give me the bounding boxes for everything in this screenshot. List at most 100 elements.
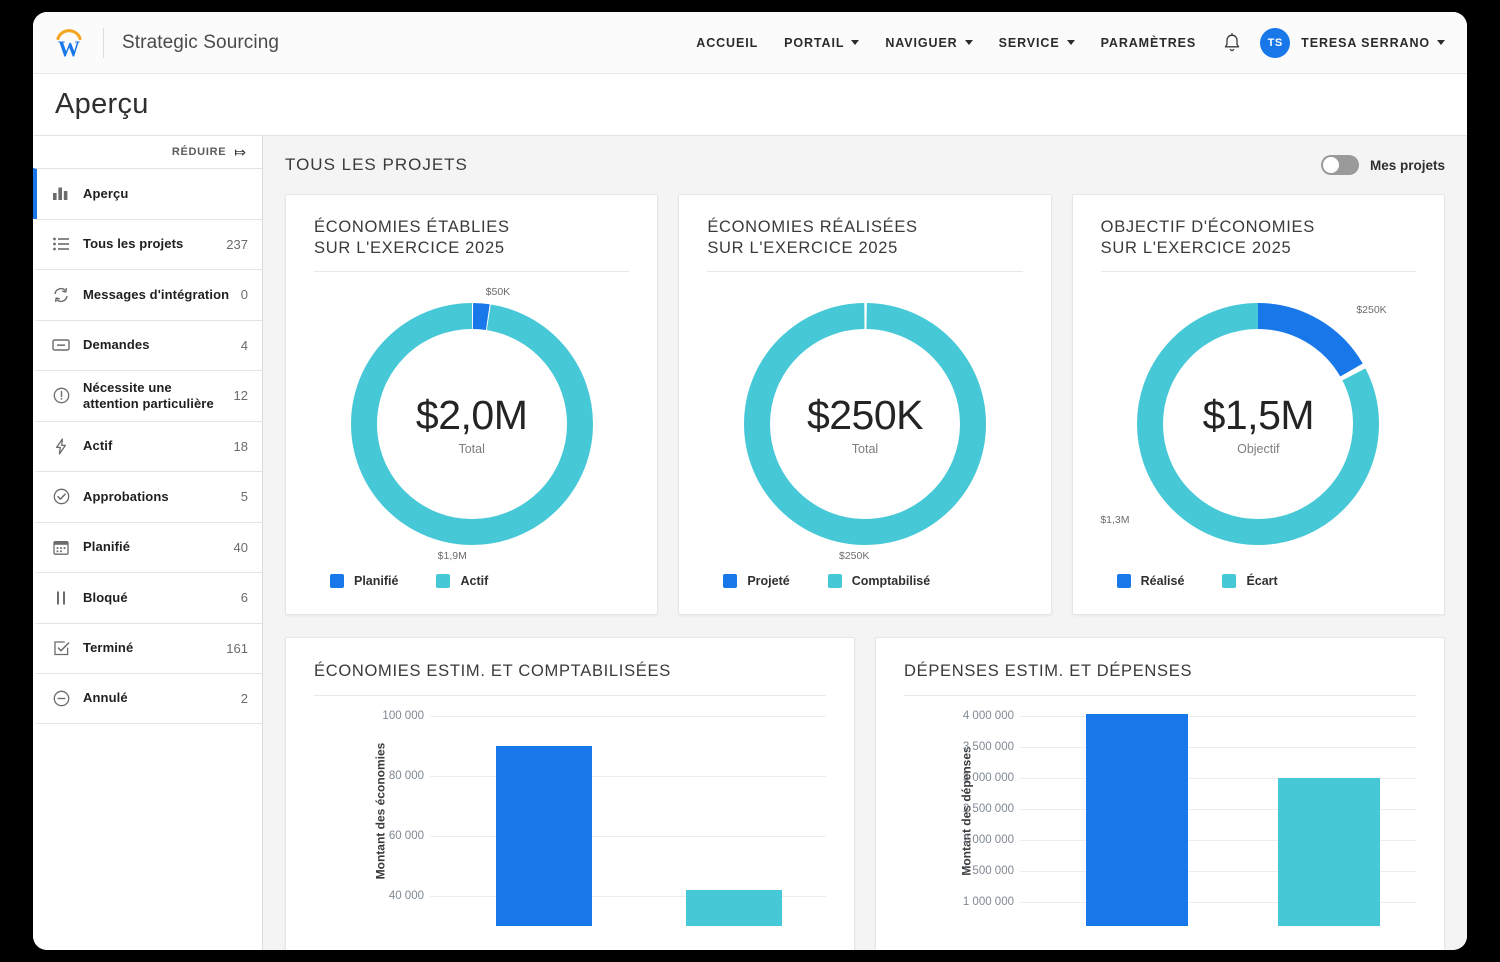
y-tick-label: 100 000	[344, 710, 424, 722]
sidebar-item-label: Bloqué	[83, 590, 128, 606]
sidebar-item-count: 6	[233, 590, 248, 605]
y-tick-label: 3 000 000	[934, 772, 1014, 784]
user-name: TERESA SERRANO	[1301, 36, 1445, 50]
sidebar-item-label: Annulé	[83, 690, 128, 706]
chevron-down-icon	[965, 40, 973, 45]
sidebar-item-demandes[interactable]: Demandes 4	[33, 320, 262, 371]
sidebar-item-count: 5	[233, 489, 248, 504]
bar-chart-2: Montant des dépenses 4 000 000 3 500 000…	[876, 696, 1444, 926]
legend-label: Écart	[1246, 574, 1277, 588]
bar-estimees[interactable]	[496, 746, 592, 926]
sidebar-item-actif[interactable]: Actif 18	[33, 421, 262, 472]
y-tick-label: 1 500 000	[934, 865, 1014, 877]
sidebar-item-bloque[interactable]: Bloqué 6	[33, 572, 262, 623]
nav-item-accueil[interactable]: ACCUEIL	[696, 36, 758, 50]
donut-chart-1: $50K $1,9M $2,0M Total	[338, 290, 606, 558]
toggle-track[interactable]	[1321, 155, 1359, 175]
donut-slice-label-realise: $250K	[1356, 304, 1386, 316]
chevron-down-icon	[1437, 40, 1445, 45]
y-tick-label: 80 000	[344, 770, 424, 782]
brand-divider	[103, 28, 104, 58]
user-menu[interactable]: TS TERESA SERRANO	[1260, 28, 1445, 58]
legend-swatch	[828, 574, 842, 588]
user-name-label: TERESA SERRANO	[1301, 36, 1430, 50]
bar-card-row: ÉCONOMIES ESTIM. ET COMPTABILISÉES Monta…	[285, 637, 1445, 950]
legend-swatch	[1222, 574, 1236, 588]
chevron-down-icon	[851, 40, 859, 45]
sidebar-item-label: Messages d'intégration	[83, 287, 229, 303]
sidebar-item-messages-integration[interactable]: Messages d'intégration 0	[33, 269, 262, 320]
nav-item-label: PORTAIL	[784, 36, 844, 50]
bar-chart-icon	[50, 186, 72, 201]
card-title: DÉPENSES ESTIM. ET DÉPENSES	[876, 638, 1444, 695]
donut-slice-label-actif: $1,9M	[438, 550, 467, 562]
y-tick-label: 4 000 000	[934, 710, 1014, 722]
lightning-icon	[50, 438, 72, 455]
nav-item-naviguer[interactable]: NAVIGUER	[885, 36, 972, 50]
card-depenses-estim-depenses: DÉPENSES ESTIM. ET DÉPENSES Montant des …	[875, 637, 1445, 950]
plot-grid: 100 000 80 000 60 000 40 000	[344, 704, 826, 926]
legend-item-projete[interactable]: Projeté	[723, 574, 789, 588]
workday-logo[interactable]: W	[49, 23, 89, 63]
sidebar-item-count: 40	[226, 540, 248, 555]
legend-item-planifie[interactable]: Planifié	[330, 574, 398, 588]
sidebar-item-label: Actif	[83, 438, 112, 454]
legend-swatch	[330, 574, 344, 588]
sidebar-item-label: Terminé	[83, 640, 133, 656]
card-title-line1: ÉCONOMIES ÉTABLIES	[314, 218, 510, 236]
avatar: TS	[1260, 28, 1290, 58]
legend-item-comptabilise[interactable]: Comptabilisé	[828, 574, 931, 588]
card-title-line2: SUR L'EXERCICE 2025	[1101, 239, 1292, 257]
card-title-line1: ÉCONOMIES RÉALISÉES	[707, 218, 917, 236]
legend-item-ecart[interactable]: Écart	[1222, 574, 1277, 588]
sidebar-item-count: 4	[233, 338, 248, 353]
main-toolbar: TOUS LES PROJETS Mes projets	[285, 136, 1445, 194]
minus-circle-icon	[50, 690, 72, 707]
sidebar-item-count: 12	[226, 388, 248, 403]
card-title-line1: OBJECTIF D'ÉCONOMIES	[1101, 218, 1315, 236]
sidebar-item-label: Tous les projets	[83, 236, 183, 252]
y-tick-label: 2 000 000	[934, 834, 1014, 846]
donut-slice-label-planifie: $50K	[486, 286, 511, 298]
bar-depenses[interactable]	[1278, 778, 1380, 926]
sidebar-item-termine[interactable]: Terminé 161	[33, 623, 262, 674]
sidebar-item-count: 0	[233, 287, 248, 302]
legend-label: Projeté	[747, 574, 789, 588]
donut-chart-area: $250K $1,3M $1,5M Objectif	[1073, 272, 1444, 564]
sidebar-item-apercu[interactable]: Aperçu	[33, 168, 262, 219]
legend-label: Actif	[460, 574, 488, 588]
toggle-knob	[1323, 157, 1339, 173]
nav-item-portail[interactable]: PORTAIL	[784, 36, 859, 50]
nav-links: ACCUEIL PORTAIL NAVIGUER SERVICE PARAMÈT…	[696, 28, 1445, 58]
sidebar-item-label: Demandes	[83, 337, 150, 353]
sidebar-item-planifie[interactable]: Planifié 40	[33, 522, 262, 573]
sidebar-item-approbations[interactable]: Approbations 5	[33, 471, 262, 522]
sidebar-item-annule[interactable]: Annulé 2	[33, 673, 262, 724]
collapse-sidebar-button[interactable]: RÉDUIRE ⤇	[33, 136, 262, 168]
card-objectif-economies: OBJECTIF D'ÉCONOMIES SUR L'EXERCICE 2025	[1072, 194, 1445, 615]
donut-card-row: ÉCONOMIES ÉTABLIES SUR L'EXERCICE 2025	[285, 194, 1445, 615]
notification-bell-icon[interactable]	[1222, 32, 1242, 54]
sidebar-item-necessite-attention[interactable]: Nécessite une attention particulière 12	[33, 370, 262, 421]
legend-label: Planifié	[354, 574, 398, 588]
legend-item-actif[interactable]: Actif	[436, 574, 488, 588]
bar-depenses-estimees[interactable]	[1086, 714, 1188, 926]
my-projects-toggle[interactable]: Mes projets	[1321, 155, 1445, 175]
nav-item-service[interactable]: SERVICE	[999, 36, 1075, 50]
app-window: W Strategic Sourcing ACCUEIL PORTAIL NAV…	[33, 12, 1467, 950]
nav-item-parametres[interactable]: PARAMÈTRES	[1101, 36, 1197, 50]
sidebar-item-tous-les-projets[interactable]: Tous les projets 237	[33, 219, 262, 270]
nav-item-label: PARAMÈTRES	[1101, 36, 1197, 50]
check-circle-icon	[50, 488, 72, 505]
card-title-line2: SUR L'EXERCICE 2025	[707, 239, 898, 257]
sidebar-item-label: Nécessite une attention particulière	[83, 380, 219, 411]
alert-circle-icon	[50, 387, 72, 404]
bar-comptabilisees[interactable]	[686, 890, 782, 926]
collapse-panel-icon: ⤇	[234, 145, 246, 159]
pause-icon	[50, 590, 72, 606]
legend-item-realise[interactable]: Réalisé	[1117, 574, 1185, 588]
inbox-icon	[50, 338, 72, 352]
my-projects-toggle-label: Mes projets	[1370, 158, 1445, 173]
bar-chart-1: Montant des économies 100 000 80 000 60 …	[286, 696, 854, 926]
donut-slice-label-comptabilise: $250K	[839, 550, 869, 562]
